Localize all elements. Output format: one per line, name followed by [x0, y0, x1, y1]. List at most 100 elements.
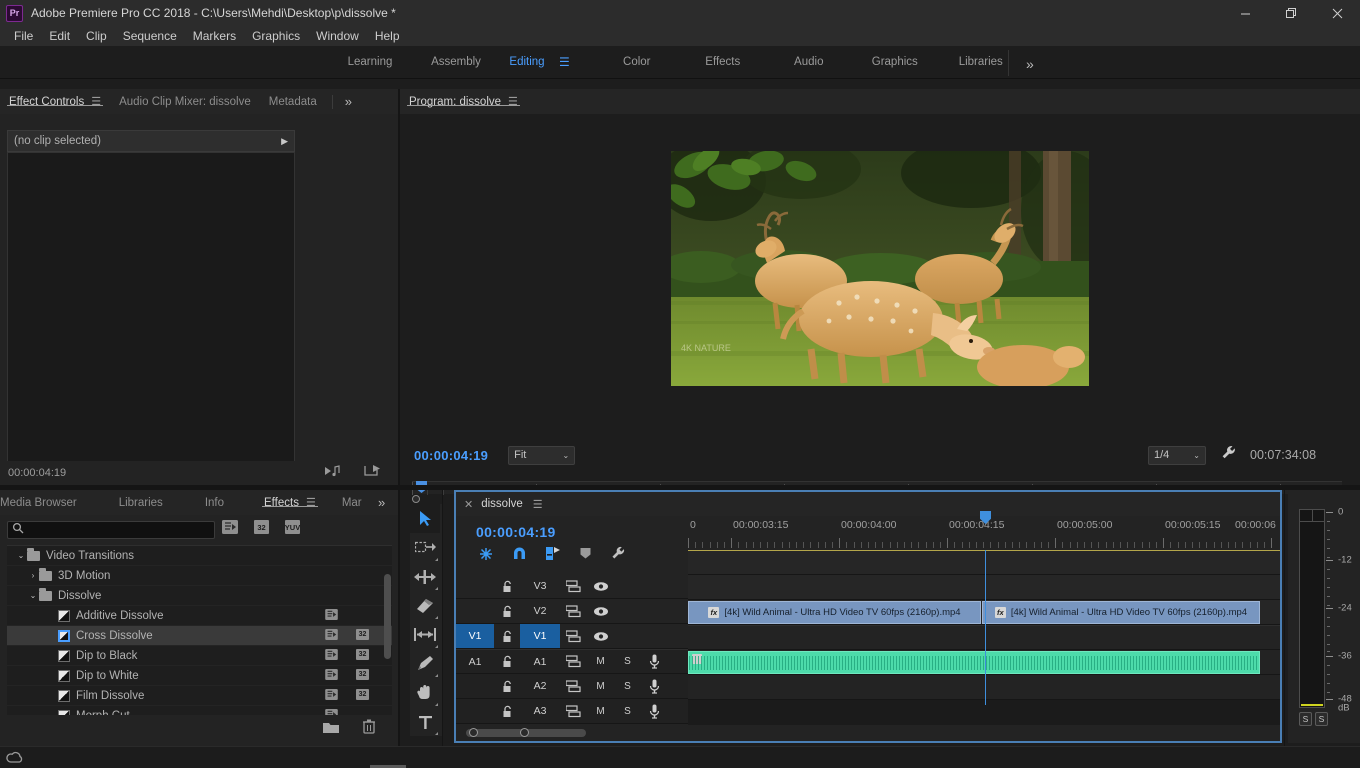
menu-sequence[interactable]: Sequence: [115, 27, 185, 45]
no-clip-selected-bar[interactable]: (no clip selected) ▶: [7, 130, 295, 152]
minimize-button[interactable]: [1222, 0, 1268, 26]
timeline-playhead-timecode[interactable]: 00:00:04:19: [476, 524, 688, 540]
tree-row-film-dissolve[interactable]: Film Dissolve 32: [7, 686, 392, 706]
timeline-clip[interactable]: fx [4k] Wild Animal - Ultra HD Video TV …: [688, 601, 981, 624]
timeline-settings-wrench-icon[interactable]: [610, 545, 627, 567]
menu-graphics[interactable]: Graphics: [244, 27, 308, 45]
tree-row-dip-to-white[interactable]: Dip to White 32: [7, 666, 392, 686]
restore-button[interactable]: [1268, 0, 1314, 26]
magnet-snap-icon[interactable]: [512, 546, 527, 566]
workspace-tab-effects[interactable]: Effects: [680, 52, 766, 72]
tab-markers[interactable]: Mar: [333, 497, 371, 509]
sync-lock-icon-v2[interactable]: [560, 599, 587, 623]
workspace-tab-libraries[interactable]: Libraries: [938, 52, 1024, 72]
menu-file[interactable]: File: [6, 27, 41, 45]
track-name-v2[interactable]: V2: [520, 599, 560, 623]
panel-burger-icon[interactable]: ☰: [508, 95, 518, 108]
track-name-v3[interactable]: V3: [520, 574, 560, 598]
tab-audio-clip-mixer[interactable]: Audio Clip Mixer: dissolve: [110, 96, 260, 108]
chevron-down-icon[interactable]: ⌄: [27, 591, 39, 600]
track-visibility-eye-icon-v2[interactable]: [587, 599, 614, 623]
effects-search-field[interactable]: [7, 521, 215, 539]
panel-splitter-vertical-4[interactable]: [1284, 490, 1285, 746]
mic-icon-a1[interactable]: [641, 650, 668, 674]
panel-burger-icon[interactable]: ☰: [306, 496, 316, 509]
source-indicator-v2[interactable]: [456, 599, 494, 623]
razor-tool[interactable]: [410, 591, 440, 620]
sync-lock-icon-a3[interactable]: [560, 699, 587, 723]
meter-solo-left-button[interactable]: S: [1299, 712, 1312, 726]
track-header-v1[interactable]: V1 V1: [456, 624, 688, 649]
chevron-right-icon[interactable]: ›: [27, 571, 39, 580]
timeline-audio-clip[interactable]: [688, 651, 1260, 674]
source-indicator-a1[interactable]: A1: [456, 650, 494, 674]
track-lane-a2[interactable]: [688, 650, 1280, 675]
track-lane-a3[interactable]: [688, 675, 1280, 700]
delete-icon[interactable]: [362, 719, 376, 739]
tree-row-video-transitions[interactable]: ⌄ Video Transitions: [7, 546, 392, 566]
playback-resolution-dropdown[interactable]: 1/4 ⌄: [1148, 445, 1206, 465]
tree-row-dissolve-folder[interactable]: ⌄ Dissolve: [7, 586, 392, 606]
effects-panel-overflow-icon[interactable]: »: [378, 495, 385, 510]
mute-button-a3[interactable]: M: [587, 699, 614, 723]
creative-cloud-icon[interactable]: [4, 750, 24, 766]
solo-button-a2[interactable]: S: [614, 674, 641, 698]
mute-button-a1[interactable]: M: [587, 650, 614, 674]
tab-effects[interactable]: Effects ☰: [255, 496, 325, 509]
tree-row-additive-dissolve[interactable]: Additive Dissolve: [7, 606, 392, 626]
menu-help[interactable]: Help: [367, 27, 408, 45]
settings-wrench-icon[interactable]: [1220, 444, 1238, 467]
zoom-level-dropdown[interactable]: Fit ⌄: [508, 445, 576, 465]
type-tool[interactable]: [410, 707, 440, 736]
program-playhead-timecode[interactable]: 00:00:04:19: [414, 448, 488, 463]
32-bit-effects-icon[interactable]: 32: [254, 520, 269, 534]
pen-tool[interactable]: [410, 649, 440, 678]
chevron-right-icon[interactable]: ▶: [281, 136, 288, 147]
effects-search-input[interactable]: [28, 524, 198, 536]
menu-edit[interactable]: Edit: [41, 27, 78, 45]
effects-tree[interactable]: ⌄ Video Transitions › 3D Motion ⌄ Dissol…: [7, 545, 392, 715]
zoom-handle-left[interactable]: [412, 495, 420, 503]
selection-tool[interactable]: [410, 504, 440, 533]
workspace-tab-graphics[interactable]: Graphics: [852, 52, 938, 72]
tab-metadata[interactable]: Metadata: [260, 96, 326, 108]
add-marker-icon[interactable]: [579, 547, 592, 565]
track-lane-v2[interactable]: [688, 575, 1280, 600]
sync-lock-icon-a1[interactable]: [560, 650, 587, 674]
tab-libraries[interactable]: Libraries: [110, 497, 172, 509]
track-name-a3[interactable]: A3: [520, 699, 560, 723]
effect-controls-timecode[interactable]: 00:00:04:19: [8, 467, 66, 479]
sequence-tab-label[interactable]: dissolve: [481, 498, 523, 510]
sync-lock-icon-v1[interactable]: [560, 624, 587, 648]
track-lane-a1[interactable]: [688, 625, 1280, 650]
sync-lock-icon-v3[interactable]: [560, 574, 587, 598]
track-visibility-eye-icon-v3[interactable]: [587, 574, 614, 598]
workspace-tab-learning[interactable]: Learning: [327, 52, 413, 72]
track-lock-a2[interactable]: [494, 680, 520, 693]
workspace-overflow-icon[interactable]: »: [1020, 54, 1040, 74]
track-name-v1[interactable]: V1: [520, 624, 560, 648]
scrollbar-handle-right[interactable]: [520, 728, 529, 737]
track-lane-v1[interactable]: fx [4k] Wild Animal - Ultra HD Video TV …: [688, 600, 1280, 625]
source-indicator-v1[interactable]: V1: [456, 624, 494, 648]
yuv-effects-icon[interactable]: YUV: [285, 520, 300, 534]
new-bin-icon[interactable]: [322, 720, 340, 739]
panel-splitter-horizontal[interactable]: [0, 485, 1360, 490]
track-lock-v2[interactable]: [494, 605, 520, 618]
track-header-a2[interactable]: A2 M S: [456, 674, 688, 699]
hand-tool[interactable]: [410, 678, 440, 707]
ripple-edit-tool[interactable]: [410, 562, 440, 591]
workspace-tab-editing[interactable]: Editing: [499, 52, 555, 72]
export-frame-icon[interactable]: [364, 464, 381, 482]
tab-media-browser[interactable]: Media Browser: [0, 497, 86, 509]
track-header-v3[interactable]: V3: [456, 574, 688, 599]
menu-markers[interactable]: Markers: [185, 27, 244, 45]
tree-row-3d-motion[interactable]: › 3D Motion: [7, 566, 392, 586]
panel-splitter-vertical-2[interactable]: [399, 490, 400, 746]
close-sequence-icon[interactable]: ✕: [464, 498, 473, 511]
solo-button-a1[interactable]: S: [614, 650, 641, 674]
meter-solo-right-button[interactable]: S: [1315, 712, 1328, 726]
effects-tree-scrollbar[interactable]: [384, 574, 391, 659]
track-visibility-eye-icon-v1[interactable]: [587, 624, 614, 648]
slip-tool[interactable]: [410, 620, 440, 649]
